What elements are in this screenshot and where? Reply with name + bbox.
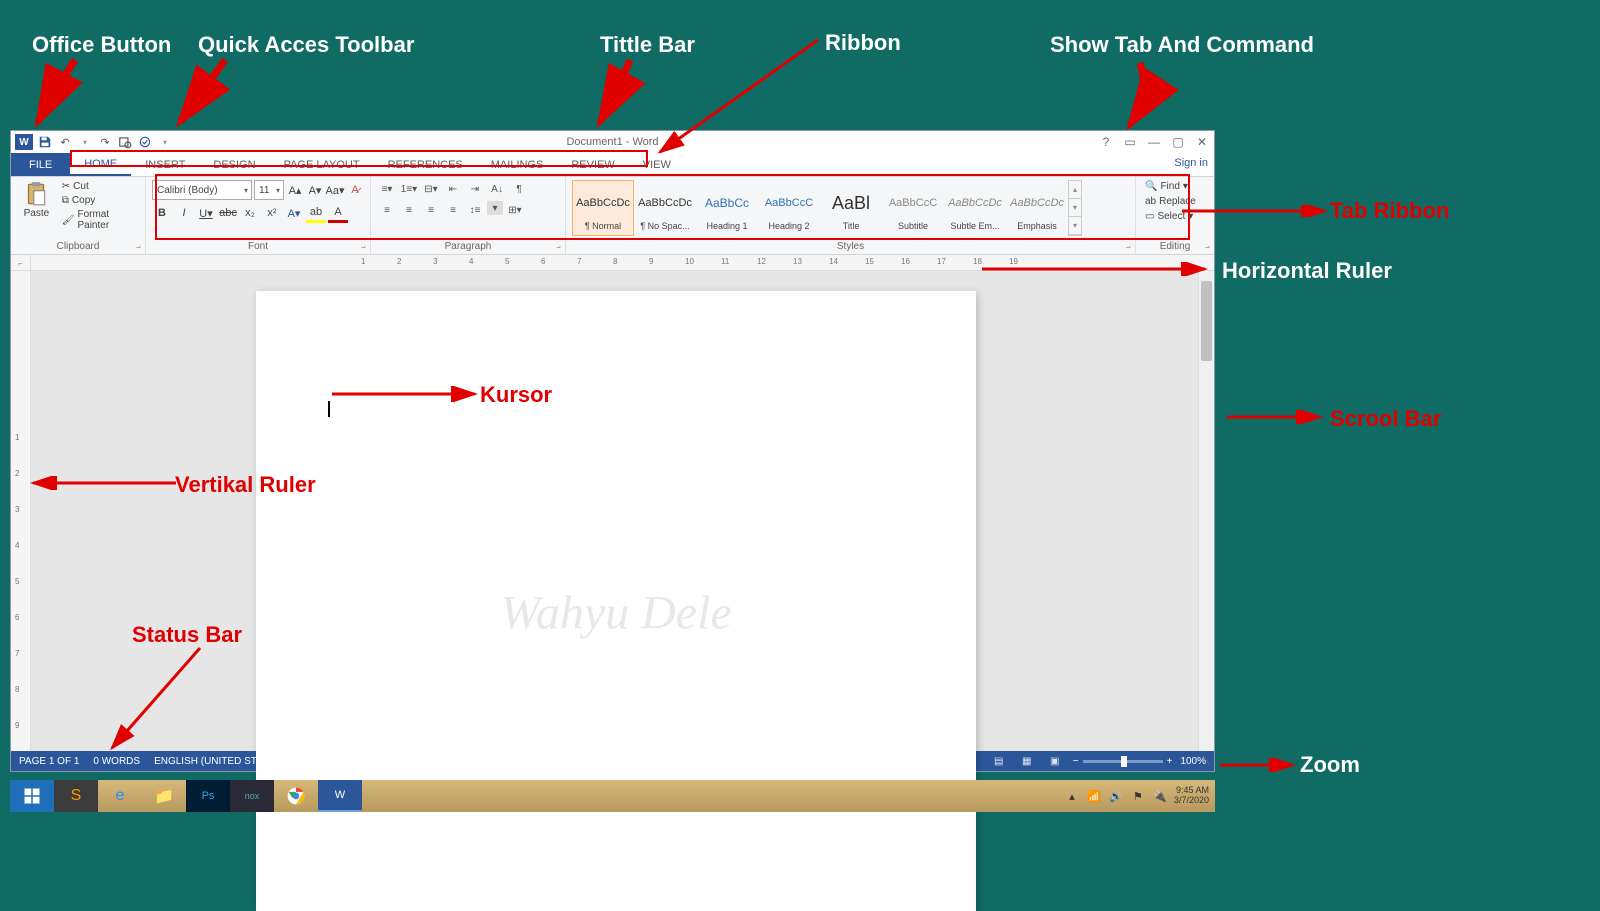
arrow-icon <box>1225 410 1325 424</box>
qat-custom-2-icon[interactable] <box>137 134 153 150</box>
zoom-slider[interactable] <box>1083 760 1163 763</box>
annotation-scroll-bar: Scrool Bar <box>1330 406 1441 432</box>
zoom-level[interactable]: 100% <box>1180 756 1206 767</box>
taskbar-app-sublime[interactable]: S <box>54 780 98 812</box>
group-label-paragraph: Paragraph <box>377 239 559 252</box>
format-painter-button[interactable]: 🖌Format Painter <box>60 208 139 232</box>
window-controls: ? ▭ — ▢ ✕ <box>1098 135 1210 149</box>
arrow-icon <box>330 386 480 402</box>
arrow-icon <box>28 476 178 490</box>
tray-clock[interactable]: 9:45 AM 3/7/2020 <box>1174 786 1209 806</box>
undo-icon[interactable]: ↶ <box>57 134 73 150</box>
watermark-text: Wahyu Dele <box>500 586 732 641</box>
scissors-icon: ✂ <box>62 181 70 192</box>
redo-icon[interactable]: ↷ <box>97 134 113 150</box>
help-icon[interactable]: ? <box>1098 135 1114 149</box>
quick-access-toolbar: W ↶ ▾ ↷ ▾ <box>11 134 177 150</box>
tab-file[interactable]: FILE <box>11 153 70 176</box>
vertical-scrollbar[interactable] <box>1198 271 1214 751</box>
highlight-box-ribbon <box>155 174 1190 240</box>
arrow-icon <box>650 30 830 160</box>
group-label-styles: Styles <box>572 239 1129 252</box>
annotation-zoom: Zoom <box>1300 752 1360 778</box>
qat-custom-1-icon[interactable] <box>117 134 133 150</box>
windows-taskbar: S e 📁 Ps nox W ▴ 📶 🔊 ⚑ 🔌 9:45 AM 3/7/202… <box>10 780 1215 812</box>
tray-network-icon[interactable]: 📶 <box>1086 788 1102 804</box>
taskbar-app-ie[interactable]: e <box>98 780 142 812</box>
cut-button[interactable]: ✂Cut <box>60 180 139 193</box>
copy-icon: ⧉ <box>62 195 69 206</box>
arrow-icon <box>20 50 100 135</box>
zoom-in-button[interactable]: + <box>1167 756 1173 767</box>
ribbon-options-icon[interactable]: ▭ <box>1122 135 1138 149</box>
paste-button[interactable]: Paste <box>17 180 56 232</box>
paste-icon <box>23 180 49 208</box>
save-icon[interactable] <box>37 134 53 150</box>
text-cursor <box>328 401 330 417</box>
word-logo-icon[interactable]: W <box>15 134 33 150</box>
scrollbar-thumb[interactable] <box>1201 281 1212 361</box>
taskbar-app-chrome[interactable] <box>274 780 318 812</box>
arrow-icon <box>170 50 250 135</box>
copy-button[interactable]: ⧉Copy <box>60 194 139 207</box>
annotation-kursor: Kursor <box>480 382 552 408</box>
read-mode-icon[interactable]: ▤ <box>989 754 1009 768</box>
arrow-icon <box>980 262 1210 276</box>
sign-in-link[interactable]: Sign in <box>1174 157 1208 169</box>
collapse-ribbon-icon[interactable]: ˄ <box>1204 758 1210 769</box>
restore-icon[interactable]: ▢ <box>1170 135 1186 149</box>
tray-up-icon[interactable]: ▴ <box>1064 788 1080 804</box>
annotation-vertikal-ruler: Vertikal Ruler <box>175 472 316 498</box>
annotation-horizontal-ruler: Horizontal Ruler <box>1222 258 1392 284</box>
taskbar-app-word[interactable]: W <box>318 780 362 812</box>
arrow-icon <box>1218 758 1298 772</box>
start-button[interactable] <box>10 780 54 812</box>
undo-dropdown-icon[interactable]: ▾ <box>77 134 93 150</box>
highlight-box-tabs <box>70 150 648 167</box>
taskbar-app-nox[interactable]: nox <box>230 780 274 812</box>
status-page[interactable]: PAGE 1 OF 1 <box>19 756 79 767</box>
group-label-font: Font <box>152 239 364 252</box>
taskbar-app-photoshop[interactable]: Ps <box>186 780 230 812</box>
tray-sound-icon[interactable]: 🔊 <box>1108 788 1124 804</box>
vertical-ruler[interactable]: 123456789 <box>11 271 31 751</box>
print-layout-icon[interactable]: ▦ <box>1017 754 1037 768</box>
ruler-corner: ⌐ <box>11 255 31 271</box>
group-label-editing: Editing <box>1142 239 1208 252</box>
tray-power-icon[interactable]: 🔌 <box>1152 788 1168 804</box>
arrow-icon <box>100 640 220 760</box>
zoom-out-button[interactable]: − <box>1073 756 1079 767</box>
qat-customize-icon[interactable]: ▾ <box>157 134 173 150</box>
zoom-slider-thumb[interactable] <box>1121 756 1127 767</box>
group-clipboard: Paste ✂Cut ⧉Copy 🖌Format Painter Clipboa… <box>11 177 146 254</box>
taskbar-app-explorer[interactable]: 📁 <box>142 780 186 812</box>
arrow-icon <box>1110 55 1190 135</box>
document-title: Document1 - Word <box>566 136 658 148</box>
paste-label: Paste <box>24 208 50 219</box>
annotation-tab-ribbon: Tab Ribbon <box>1330 198 1449 224</box>
group-label-clipboard: Clipboard <box>17 239 139 252</box>
brush-icon: 🖌 <box>62 215 75 226</box>
arrow-icon <box>575 50 655 135</box>
annotation-ribbon: Ribbon <box>825 30 901 56</box>
zoom-control: − + <box>1073 756 1173 767</box>
close-icon[interactable]: ✕ <box>1194 135 1210 149</box>
tray-flag-icon[interactable]: ⚑ <box>1130 788 1146 804</box>
document-page[interactable]: Wahyu Dele <box>256 291 976 911</box>
minimize-icon[interactable]: — <box>1146 135 1162 149</box>
arrow-icon <box>1180 205 1330 217</box>
web-layout-icon[interactable]: ▣ <box>1045 754 1065 768</box>
